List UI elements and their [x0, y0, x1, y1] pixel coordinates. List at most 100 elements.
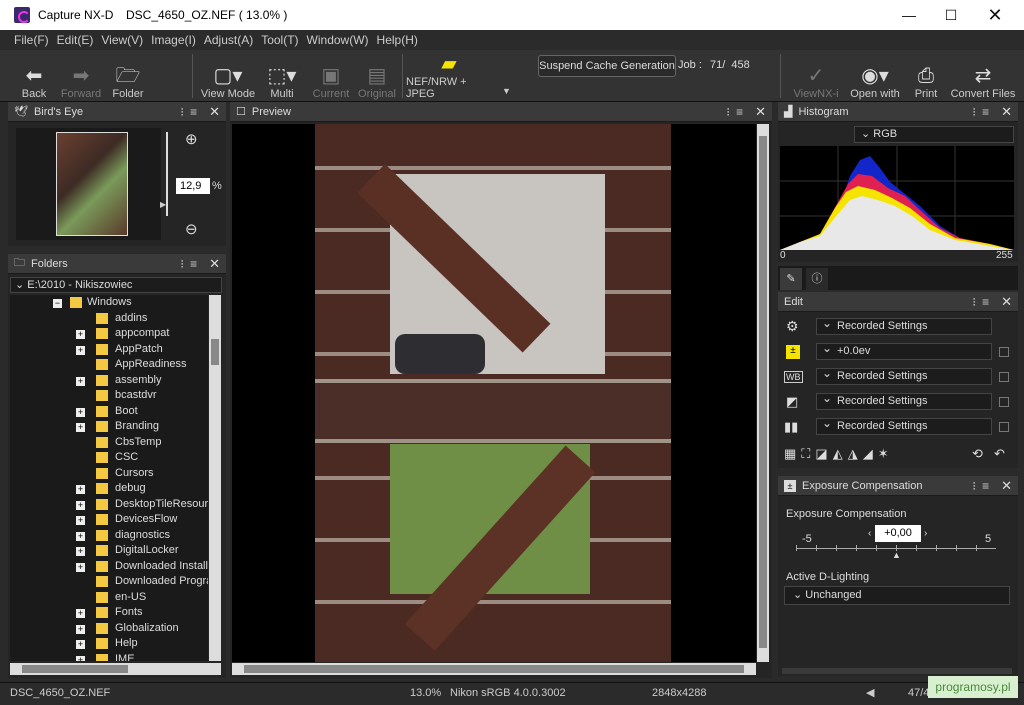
- tree-folder-item[interactable]: + AppPatch: [10, 342, 208, 358]
- zoom-slider-track[interactable]: [166, 132, 168, 216]
- panel-close-icon[interactable]: ✕: [1001, 294, 1012, 310]
- white-balance-checkbox[interactable]: [999, 371, 1009, 382]
- tree-folder-item[interactable]: + appcompat: [10, 326, 208, 342]
- undo-icon[interactable]: ↶: [994, 446, 1005, 462]
- tree-folder-item[interactable]: + IME: [10, 652, 208, 661]
- exposure-value-field[interactable]: +0,00: [875, 525, 921, 542]
- tree-folder-item[interactable]: CSC: [10, 450, 208, 466]
- tree-folder-item[interactable]: + debug: [10, 481, 208, 497]
- previous-image-icon[interactable]: ◀: [866, 686, 874, 699]
- tree-root[interactable]: − Windows: [10, 295, 208, 311]
- forward-button[interactable]: ➡ Forward: [58, 54, 104, 100]
- tone-icon[interactable]: ◭: [833, 446, 843, 462]
- convert-files-button[interactable]: ⇄ Convert Files: [950, 54, 1016, 100]
- preview-h-scrollbar[interactable]: [232, 663, 756, 675]
- open-with-button[interactable]: ◉▾ Open with: [848, 54, 902, 100]
- maximize-button[interactable]: ☐: [928, 0, 974, 30]
- camera-lens-select[interactable]: Recorded Settings: [816, 416, 992, 435]
- expand-icon[interactable]: +: [76, 609, 85, 618]
- expand-icon[interactable]: +: [76, 376, 85, 386]
- panel-close-icon[interactable]: ✕: [1001, 104, 1012, 120]
- tree-folder-item[interactable]: addins: [10, 311, 208, 327]
- panel-close-icon[interactable]: ✕: [755, 104, 766, 120]
- color-booster-icon[interactable]: ◢: [863, 446, 873, 462]
- tree-folder-item[interactable]: + Branding: [10, 419, 208, 435]
- zoom-in-icon[interactable]: ⊕: [185, 130, 198, 148]
- tree-folder-item[interactable]: + Boot: [10, 404, 208, 420]
- tree-h-scroll-thumb[interactable]: [22, 665, 128, 673]
- noise-reduction-icon[interactable]: ▦: [784, 446, 796, 462]
- exposure-select[interactable]: +0.0ev: [816, 341, 992, 360]
- expand-icon[interactable]: +: [76, 547, 85, 556]
- tree-folder-item[interactable]: + DevicesFlow: [10, 512, 208, 528]
- preview-canvas[interactable]: [232, 124, 756, 662]
- panel-menu-icon[interactable]: ⁝≡: [972, 479, 995, 493]
- close-button[interactable]: ✕: [972, 0, 1018, 30]
- expand-icon[interactable]: +: [76, 407, 85, 417]
- panel-menu-icon[interactable]: ⁝≡: [972, 295, 995, 309]
- tree-folder-item[interactable]: Downloaded Program Files: [10, 574, 208, 590]
- current-button[interactable]: ▣ Current: [310, 54, 352, 100]
- decrement-icon[interactable]: ‹: [868, 528, 871, 539]
- picture-settings-select[interactable]: Recorded Settings: [816, 316, 992, 335]
- zoom-field[interactable]: 12,9: [176, 178, 210, 194]
- tree-folder-item[interactable]: Cursors: [10, 466, 208, 482]
- retouch-brush-icon[interactable]: ✶: [878, 446, 889, 462]
- panel-close-icon[interactable]: ✕: [209, 256, 220, 272]
- tree-scroll-thumb[interactable]: [211, 339, 219, 365]
- levels-icon[interactable]: ◪: [815, 446, 827, 462]
- expand-icon[interactable]: +: [76, 485, 85, 494]
- print-button[interactable]: ⎙ Print: [908, 54, 944, 100]
- menu-tool[interactable]: Tool(T): [257, 30, 302, 50]
- tree-folder-item[interactable]: + DigitalLocker: [10, 543, 208, 559]
- panel-menu-icon[interactable]: ⁝≡: [180, 257, 203, 271]
- exposure-checkbox[interactable]: [999, 346, 1009, 357]
- tree-folder-item[interactable]: bcastdvr: [10, 388, 208, 404]
- suspend-cache-button[interactable]: Suspend Cache Generation: [538, 55, 676, 77]
- folder-button[interactable]: 🗁 Folder: [108, 54, 148, 100]
- preview-v-thumb[interactable]: [759, 136, 767, 648]
- menu-help[interactable]: Help(H): [373, 30, 422, 50]
- menu-window[interactable]: Window(W): [303, 30, 373, 50]
- nef-jpeg-button[interactable]: ▰ NEF/NRW + JPEG: [406, 53, 492, 100]
- expand-icon[interactable]: +: [76, 624, 85, 634]
- collapse-icon[interactable]: −: [53, 299, 62, 308]
- zoom-out-icon[interactable]: ⊖: [185, 220, 198, 238]
- d-lighting-select[interactable]: ⌄ Unchanged: [784, 586, 1010, 605]
- original-button[interactable]: ▤ Original: [356, 54, 398, 100]
- minimize-button[interactable]: —: [886, 0, 932, 30]
- expand-icon[interactable]: +: [76, 531, 85, 541]
- multi-button[interactable]: ⬚▾ Multi: [262, 54, 302, 100]
- tree-h-scrollbar[interactable]: [10, 663, 221, 675]
- expand-icon[interactable]: +: [76, 562, 85, 572]
- expand-icon[interactable]: +: [76, 500, 85, 510]
- tree-folder-item[interactable]: + Fonts: [10, 605, 208, 621]
- tree-folder-item[interactable]: + DesktopTileResources: [10, 497, 208, 513]
- panel-menu-icon[interactable]: ⁝≡: [180, 105, 203, 119]
- menu-view[interactable]: View(V): [97, 30, 147, 50]
- expand-icon[interactable]: +: [76, 423, 85, 432]
- panel-menu-icon[interactable]: ⁝≡: [726, 105, 749, 119]
- tree-folder-item[interactable]: AppReadiness: [10, 357, 208, 373]
- tree-folder-item[interactable]: + Globalization: [10, 621, 208, 637]
- zoom-slider-handle[interactable]: ▶: [160, 200, 166, 209]
- crop-icon[interactable]: ⛶: [801, 446, 810, 462]
- panel-menu-icon[interactable]: ⁝≡: [972, 105, 995, 119]
- expand-icon[interactable]: +: [76, 330, 85, 339]
- tab-info[interactable]: ⓘ: [806, 268, 828, 290]
- white-balance-select[interactable]: Recorded Settings: [816, 366, 992, 385]
- exposure-slider-thumb[interactable]: ▲: [892, 550, 901, 560]
- tree-scrollbar[interactable]: [209, 295, 221, 661]
- camera-lens-checkbox[interactable]: [999, 421, 1009, 432]
- menu-edit[interactable]: Edit(E): [53, 30, 98, 50]
- viewnx-button[interactable]: ✓ ViewNX-i: [790, 54, 842, 100]
- menu-file[interactable]: File(F): [10, 30, 53, 50]
- preview-v-scrollbar[interactable]: [757, 124, 769, 662]
- tree-folder-item[interactable]: + Help: [10, 636, 208, 652]
- folder-path-select[interactable]: ⌄ E:\2010 - Nikiszowiec: [10, 277, 222, 293]
- increment-icon[interactable]: ›: [924, 528, 927, 539]
- tree-folder-item[interactable]: en-US: [10, 590, 208, 606]
- expand-icon[interactable]: +: [76, 640, 85, 649]
- menu-adjust[interactable]: Adjust(A): [200, 30, 257, 50]
- tree-folder-item[interactable]: CbsTemp: [10, 435, 208, 451]
